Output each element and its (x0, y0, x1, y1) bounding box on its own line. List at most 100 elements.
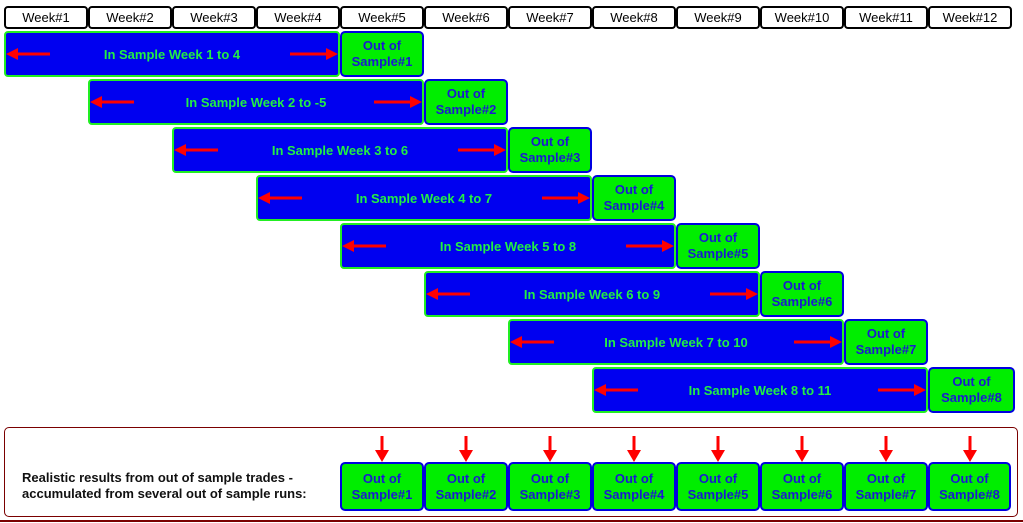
week-header-cell: Week#11 (844, 6, 928, 29)
summary-out-of-sample-box: Out of Sample#8 (928, 462, 1011, 511)
left-arrow-icon (258, 192, 302, 204)
out-of-sample-label-line1: Out of (614, 182, 654, 197)
out-of-sample-label-line1: Out of (866, 326, 906, 341)
summary-box-line2: Sample#8 (939, 486, 1000, 502)
out-of-sample-label-line2: Sample#4 (603, 198, 665, 213)
out-of-sample-label-line1: Out of (446, 86, 486, 101)
out-of-sample-label-line2: Sample#7 (855, 342, 917, 357)
week-header-cell: Week#3 (172, 6, 256, 29)
left-arrow-icon-shape (510, 336, 554, 348)
out-of-sample-box: Out of Sample#6 (760, 271, 844, 317)
left-arrow-icon-shape (6, 48, 50, 60)
summary-box-line1: Out of (446, 470, 486, 486)
out-of-sample-label-line2: Sample#2 (435, 102, 497, 117)
in-sample-label: In Sample Week 5 to 8 (439, 238, 577, 254)
right-arrow-icon-shape (710, 288, 758, 300)
left-arrow-icon (594, 384, 638, 396)
summary-box-line2: Sample#1 (351, 486, 413, 502)
out-of-sample-label-line1: Out of (698, 230, 738, 245)
week-header-cell: Week#2 (88, 6, 172, 29)
out-of-sample-label-line2: Sample#6 (771, 294, 833, 309)
out-of-sample-label-line1: Out of (530, 134, 570, 149)
week-header-cell: Week#6 (424, 6, 508, 29)
right-arrow-icon (710, 288, 758, 300)
week-header-cell: Week#7 (508, 6, 592, 29)
out-of-sample-label-line2: Sample#1 (351, 54, 413, 69)
summary-box-line2: Sample#7 (855, 486, 917, 502)
down-arrow-icon-shape (711, 436, 725, 462)
right-arrow-icon-shape (542, 192, 590, 204)
summary-box-line1: Out of (866, 470, 906, 486)
summary-out-of-sample-box: Out of Sample#6 (760, 462, 844, 511)
summary-out-of-sample-box: Out of Sample#1 (340, 462, 424, 511)
week-header-cell: Week#12 (928, 6, 1012, 29)
right-arrow-icon (878, 384, 926, 396)
out-of-sample-label-line2: Sample#5 (687, 246, 749, 261)
in-sample-label: In Sample Week 8 to 11 (688, 382, 832, 398)
out-of-sample-box: Out of Sample#8 (928, 367, 1015, 413)
out-of-sample-box: Out of Sample#7 (844, 319, 928, 365)
right-arrow-icon (374, 96, 422, 108)
left-arrow-icon (90, 96, 134, 108)
in-sample-label: In Sample Week 2 to -5 (185, 94, 327, 110)
in-sample-label: In Sample Week 6 to 9 (523, 286, 661, 302)
week-header-cell: Week#4 (256, 6, 340, 29)
right-arrow-icon (794, 336, 842, 348)
right-arrow-icon (290, 48, 338, 60)
summary-caption-line1: Realistic results from out of sample tra… (22, 470, 293, 485)
left-arrow-icon-shape (594, 384, 638, 396)
down-arrow-icon (459, 436, 473, 462)
down-arrow-icon-shape (543, 436, 557, 462)
right-arrow-icon-shape (794, 336, 842, 348)
summary-box-line2: Sample#4 (603, 486, 665, 502)
down-arrow-icon-shape (627, 436, 641, 462)
left-arrow-icon-shape (174, 144, 218, 156)
in-sample-label: In Sample Week 3 to 6 (271, 142, 409, 158)
summary-out-of-sample-box: Out of Sample#2 (424, 462, 508, 511)
week-header-cell: Week#5 (340, 6, 424, 29)
out-of-sample-label-line1: Out of (362, 38, 402, 53)
right-arrow-icon-shape (878, 384, 926, 396)
left-arrow-icon (6, 48, 50, 60)
down-arrow-icon-shape (879, 436, 893, 462)
out-of-sample-label-line2: Sample#8 (941, 390, 1002, 405)
down-arrow-icon-shape (963, 436, 977, 462)
right-arrow-icon (626, 240, 674, 252)
down-arrow-icon (795, 436, 809, 462)
summary-box-line2: Sample#5 (687, 486, 749, 502)
out-of-sample-box: Out of Sample#4 (592, 175, 676, 221)
down-arrow-icon (627, 436, 641, 462)
down-arrow-icon (963, 436, 977, 462)
down-arrow-icon (543, 436, 557, 462)
right-arrow-icon-shape (290, 48, 338, 60)
summary-box-line1: Out of (950, 470, 989, 486)
in-sample-label: In Sample Week 7 to 10 (604, 334, 748, 350)
left-arrow-icon-shape (90, 96, 134, 108)
summary-caption: Realistic results from out of sample tra… (22, 470, 307, 502)
summary-out-of-sample-box: Out of Sample#4 (592, 462, 676, 511)
right-arrow-icon-shape (374, 96, 422, 108)
down-arrow-icon (711, 436, 725, 462)
left-arrow-icon (174, 144, 218, 156)
summary-box-line1: Out of (698, 470, 738, 486)
right-arrow-icon-shape (626, 240, 674, 252)
left-arrow-icon (426, 288, 470, 300)
out-of-sample-box: Out of Sample#2 (424, 79, 508, 125)
down-arrow-icon-shape (459, 436, 473, 462)
week-header-cell: Week#9 (676, 6, 760, 29)
summary-caption-line2: accumulated from several out of sample r… (22, 486, 307, 501)
summary-box-line1: Out of (782, 470, 822, 486)
panel-bottom-divider (0, 520, 1023, 522)
left-arrow-icon (510, 336, 554, 348)
week-header-cell: Week#8 (592, 6, 676, 29)
out-of-sample-label-line1: Out of (782, 278, 822, 293)
summary-box-line2: Sample#6 (771, 486, 833, 502)
summary-box-line1: Out of (530, 470, 570, 486)
out-of-sample-box: Out of Sample#3 (508, 127, 592, 173)
out-of-sample-box: Out of Sample#5 (676, 223, 760, 269)
right-arrow-icon (458, 144, 506, 156)
left-arrow-icon-shape (258, 192, 302, 204)
left-arrow-icon (342, 240, 386, 252)
summary-box-line2: Sample#2 (435, 486, 497, 502)
week-header-cell: Week#10 (760, 6, 844, 29)
